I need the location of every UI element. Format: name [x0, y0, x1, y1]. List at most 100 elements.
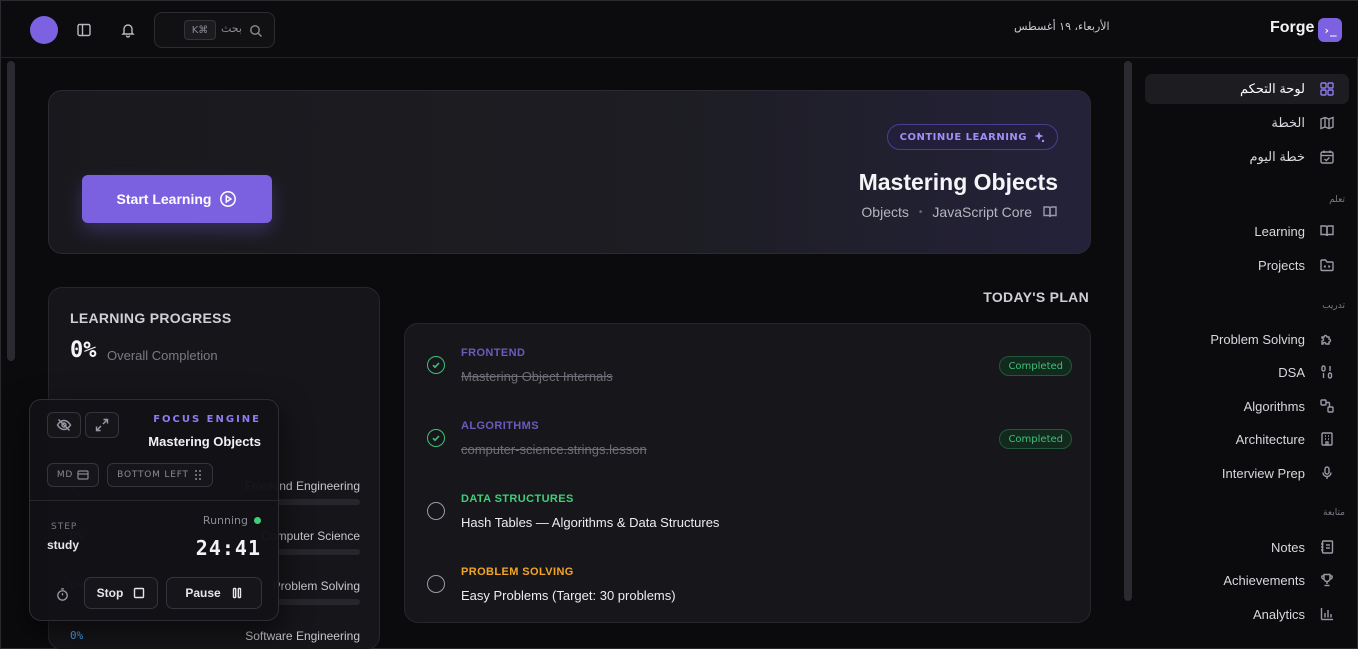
plan-item-title: Hash Tables — Algorithms & Data Structur…: [461, 515, 720, 530]
sidebar-item-analytics[interactable]: Analytics: [1145, 599, 1349, 629]
main-scrollbar[interactable]: [1124, 61, 1132, 601]
timer-status: Running: [203, 514, 261, 527]
sidebar-item-label: الخطة: [1271, 115, 1305, 130]
sidebar-item-label: Achievements: [1223, 572, 1305, 588]
sidebar-item-dsa[interactable]: DSA: [1145, 357, 1349, 387]
focus-engine-label: FOCUS ENGINE: [153, 414, 261, 425]
folder-code-icon: [1320, 259, 1334, 272]
sidebar-item-today-plan[interactable]: خطة اليوم: [1145, 142, 1349, 172]
sidebar-item-label: Algorithms: [1243, 398, 1305, 414]
separator-dot: •: [918, 206, 923, 218]
plan-item-category: FRONTEND: [461, 347, 526, 359]
widget-position-toggle[interactable]: BOTTOM LEFT: [107, 463, 213, 487]
step-label: STEP: [51, 522, 78, 532]
sidebar-toggle-icon[interactable]: [73, 19, 95, 41]
brand-logo-glyph: ›_: [1323, 23, 1337, 37]
sidebar-item-label: لوحة التحكم: [1239, 81, 1305, 96]
track-value: 0%: [70, 629, 84, 642]
hero-breadcrumb: Objects • JavaScript Core: [861, 204, 1058, 220]
notebook-icon: [1321, 540, 1334, 554]
mic-icon: [1322, 466, 1332, 479]
top-bar: K⌘ بحث الأربعاء، ١٩ أغسطس Forge ›_: [1, 1, 1358, 58]
divider: [30, 500, 280, 501]
building-icon: [1321, 432, 1333, 446]
bell-icon[interactable]: [117, 19, 139, 41]
plan-item-title: computer-science.strings.lesson: [461, 442, 647, 457]
search-input[interactable]: K⌘ بحث: [154, 12, 275, 48]
unchecked-circle-icon[interactable]: [427, 575, 445, 593]
plan-item[interactable]: FRONTEND Mastering Object Internals Comp…: [405, 338, 1092, 398]
unchecked-circle-icon[interactable]: [427, 502, 445, 520]
sidebar-item-notes[interactable]: Notes: [1145, 532, 1349, 562]
search-placeholder: بحث: [221, 22, 242, 35]
overall-completion-label: Overall Completion: [107, 348, 218, 363]
sparkle-icon: [1034, 131, 1045, 143]
pause-icon: [232, 587, 241, 599]
sidebar-item-plan[interactable]: الخطة: [1145, 108, 1349, 138]
sidebar-item-label: Architecture: [1235, 431, 1305, 447]
calendar-check-icon: [1320, 150, 1334, 164]
hide-widget-button[interactable]: [47, 412, 81, 438]
left-scrollbar[interactable]: [7, 61, 15, 361]
continue-learning-label: CONTINUE LEARNING: [899, 131, 1027, 143]
sidebar-item-projects[interactable]: Projects: [1145, 250, 1349, 280]
brand-name: Forge: [1270, 19, 1315, 36]
sidebar-item-problem-solving[interactable]: Problem Solving: [1145, 324, 1349, 354]
pause-button[interactable]: Pause: [166, 577, 262, 609]
puzzle-icon: [1321, 334, 1332, 345]
plan-item[interactable]: ALGORITHMS computer-science.strings.less…: [405, 411, 1092, 471]
sidebar-section-track: متابعة: [1323, 508, 1345, 518]
continue-learning-card: Start Learning CONTINUE LEARNING Masteri…: [48, 90, 1091, 254]
completed-badge: Completed: [999, 429, 1072, 449]
focus-engine-widget: FOCUS ENGINE Mastering Objects MD BOTTOM…: [29, 399, 280, 621]
sidebar-item-architecture[interactable]: Architecture: [1145, 424, 1349, 454]
todays-plan-card: FRONTEND Mastering Object Internals Comp…: [404, 323, 1091, 623]
shapes-icon: [1320, 399, 1334, 413]
sidebar-item-interview-prep[interactable]: Interview Prep: [1145, 458, 1349, 488]
sidebar-item-label: Interview Prep: [1221, 465, 1305, 481]
sidebar-item-dashboard[interactable]: لوحة التحكم: [1145, 74, 1349, 104]
sidebar: لوحة التحكم الخطة خطة اليوم تعلم Learnin…: [1137, 58, 1358, 649]
stop-square-icon: [134, 587, 145, 599]
sidebar-item-label: Notes: [1271, 539, 1305, 555]
drag-handle-icon: [194, 470, 201, 480]
book-icon: [1043, 206, 1057, 218]
sidebar-item-learning[interactable]: Learning: [1145, 216, 1349, 246]
current-date: الأربعاء، ١٩ أغسطس: [1014, 20, 1110, 33]
avatar[interactable]: [30, 16, 58, 44]
play-circle-icon: [220, 191, 237, 207]
sidebar-item-achievements[interactable]: Achievements: [1145, 565, 1349, 595]
continue-learning-badge: CONTINUE LEARNING: [886, 124, 1058, 150]
checked-circle-icon[interactable]: [427, 429, 445, 447]
sidebar-item-label: Projects: [1258, 257, 1305, 273]
learning-progress-title: LEARNING PROGRESS: [70, 310, 232, 326]
track-name: Problem Solving: [272, 579, 360, 593]
sidebar-section-learn: تعلم: [1329, 195, 1345, 205]
timer-reset-icon[interactable]: [51, 583, 73, 605]
trophy-icon: [1321, 573, 1333, 587]
book-icon: [1320, 225, 1334, 237]
expand-widget-button[interactable]: [85, 412, 119, 438]
stop-button[interactable]: Stop: [84, 577, 158, 609]
widget-size-toggle[interactable]: MD: [47, 463, 99, 487]
plan-item[interactable]: PROBLEM SOLVING Easy Problems (Target: 3…: [405, 557, 1092, 617]
start-learning-button[interactable]: Start Learning: [82, 175, 272, 223]
plan-item[interactable]: DATA STRUCTURES Hash Tables — Algorithms…: [405, 484, 1092, 544]
sidebar-item-label: Problem Solving: [1210, 331, 1305, 347]
overall-completion-value: 0%: [70, 338, 97, 363]
sidebar-item-algorithms[interactable]: Algorithms: [1145, 391, 1349, 421]
lesson-topic: Objects: [861, 204, 909, 220]
running-dot-icon: [254, 517, 261, 524]
panel-icon: [77, 470, 89, 480]
sidebar-item-label: خطة اليوم: [1249, 149, 1305, 164]
sidebar-section-practice: تدريب: [1322, 301, 1345, 311]
step-value: study: [47, 538, 80, 552]
widget-size-label: MD: [56, 470, 74, 480]
stop-label: Stop: [96, 586, 124, 600]
pause-label: Pause: [185, 586, 221, 600]
map-icon: [1320, 116, 1334, 130]
checked-circle-icon[interactable]: [427, 356, 445, 374]
timer-display: 24:41: [195, 536, 261, 560]
hero-title: Mastering Objects: [858, 169, 1058, 195]
plan-item-category: DATA STRUCTURES: [461, 493, 574, 505]
